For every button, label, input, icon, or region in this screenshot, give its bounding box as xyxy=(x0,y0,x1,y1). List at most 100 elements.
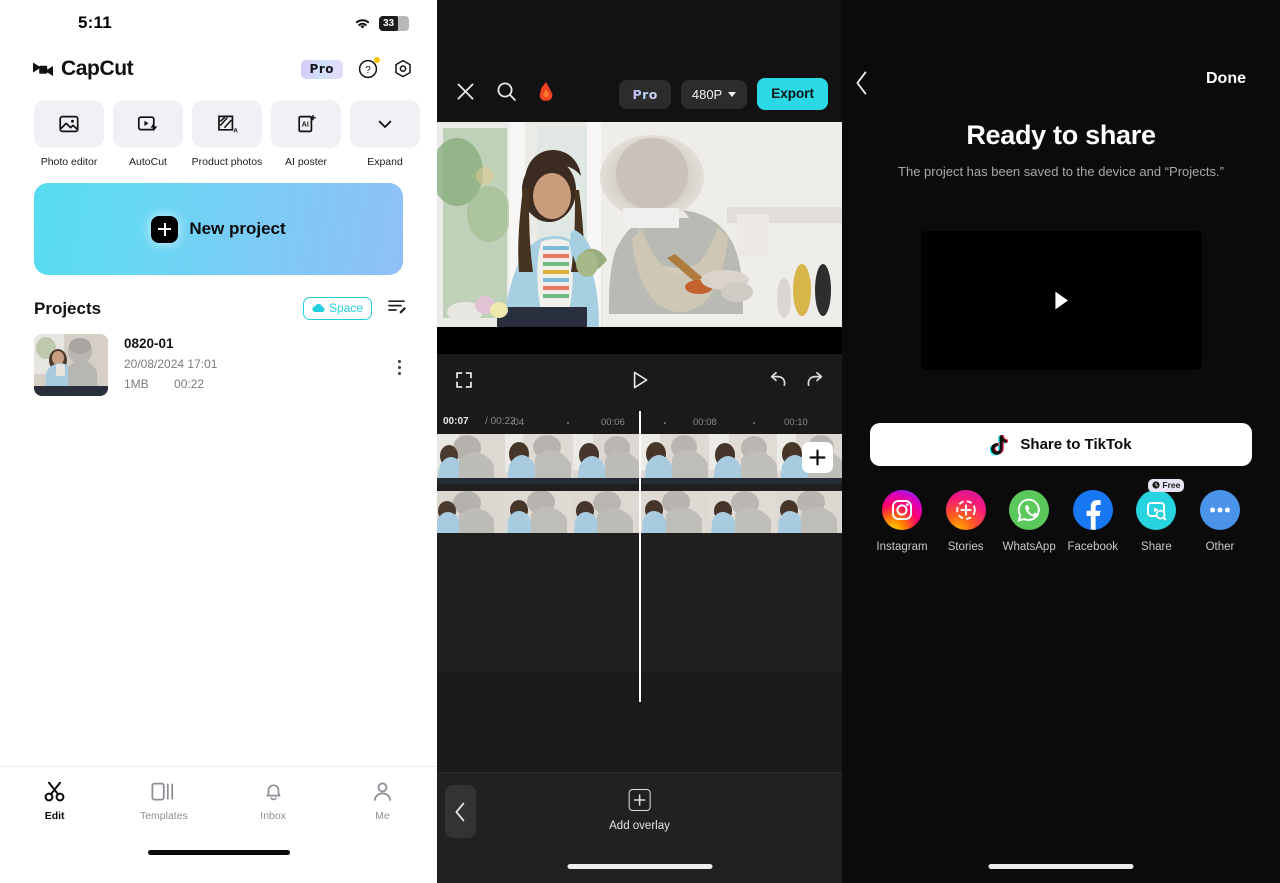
home-header-actions: Pro ? xyxy=(300,57,413,79)
stories-icon xyxy=(945,490,986,530)
timeline[interactable] xyxy=(437,411,842,702)
share-option-facebook[interactable]: Facebook xyxy=(1063,490,1123,553)
svg-text:AI: AI xyxy=(302,121,309,128)
tool-product-photos[interactable]: AI Product photos xyxy=(192,100,262,168)
capcut-logo: CapCut xyxy=(32,57,134,81)
tool-label: AI poster xyxy=(284,156,328,168)
current-time: 00:07 xyxy=(443,416,469,427)
back-button[interactable] xyxy=(854,70,870,101)
free-badge-label: Free xyxy=(1162,480,1181,490)
flame-icon[interactable] xyxy=(537,81,555,107)
tool-ai-poster[interactable]: AI AI poster xyxy=(271,100,341,168)
chevron-down-icon xyxy=(728,91,737,97)
new-project-button[interactable]: New project xyxy=(34,183,403,275)
home-header: CapCut Pro ? xyxy=(0,46,437,92)
tab-me[interactable]: Me xyxy=(328,781,437,822)
video-player-preview[interactable] xyxy=(920,231,1202,370)
resolution-value: 480P xyxy=(691,86,723,102)
new-project-label: New project xyxy=(189,219,286,238)
project-duration: 00:22 xyxy=(174,377,205,391)
battery-indicator: 33 xyxy=(379,15,409,31)
status-bar: 5:11 33 xyxy=(0,0,437,46)
share-screen: Done Ready to share The project has been… xyxy=(842,0,1280,883)
kebab-menu-icon[interactable] xyxy=(391,334,407,375)
tab-inbox[interactable]: Inbox xyxy=(219,781,328,822)
projects-header: Projects Space xyxy=(0,275,437,320)
timeline-frame xyxy=(641,491,709,533)
tool-label: Expand xyxy=(367,156,403,168)
share-option-label: Other xyxy=(1205,541,1235,553)
done-button[interactable]: Done xyxy=(1206,70,1246,88)
ruler-dot xyxy=(567,422,569,424)
page-title: Projects xyxy=(34,298,102,318)
share-option-share[interactable]: Free Share xyxy=(1126,479,1186,553)
video-preview[interactable] xyxy=(437,122,842,354)
export-button[interactable]: Export xyxy=(757,78,828,110)
tool-photo-editor[interactable]: Photo editor xyxy=(34,100,104,168)
pro-badge[interactable]: Pro xyxy=(300,59,343,79)
tab-edit[interactable]: Edit xyxy=(0,781,109,822)
share-option-stories[interactable]: Stories xyxy=(936,490,996,553)
ai-poster-icon: AI xyxy=(271,100,341,148)
project-size-duration: 1MB 00:22 xyxy=(124,377,375,391)
battery-level: 33 xyxy=(383,17,395,29)
instagram-icon xyxy=(882,490,922,530)
editor-status-spacer xyxy=(437,0,842,66)
share-option-label: Facebook xyxy=(1067,541,1119,553)
tool-autocut[interactable]: AutoCut xyxy=(113,100,183,168)
add-track-button[interactable] xyxy=(802,442,833,473)
wifi-icon xyxy=(353,16,372,30)
search-icon[interactable] xyxy=(496,81,517,107)
share-video-icon xyxy=(1136,490,1177,530)
status-bar-time: 5:11 xyxy=(78,13,112,32)
share-option-other[interactable]: Other xyxy=(1190,490,1250,553)
add-overlay-button[interactable]: Add overlay xyxy=(609,789,670,832)
autocut-icon xyxy=(113,100,183,148)
ruler-tick: 00:08 xyxy=(693,417,717,428)
capcut-editor-screen: Pro 480P Export 00:07 / 00:22:04 00:06 … xyxy=(437,0,842,883)
share-to-tiktok-button[interactable]: Share to TikTok xyxy=(870,423,1252,466)
timeline-frame xyxy=(505,434,573,484)
tool-label: AutoCut xyxy=(129,156,167,168)
person-icon xyxy=(373,782,391,801)
timeline-frame xyxy=(505,491,573,533)
gear-icon[interactable] xyxy=(393,59,413,79)
pro-badge[interactable]: Pro xyxy=(619,79,671,109)
resolution-selector[interactable]: 480P xyxy=(680,79,748,109)
page-title: Ready to share xyxy=(966,120,1156,150)
ruler-dot xyxy=(664,422,666,424)
playhead[interactable] xyxy=(639,411,641,702)
whatsapp-icon xyxy=(1009,490,1050,530)
space-button[interactable]: Space xyxy=(302,297,372,320)
tool-label: Product photos xyxy=(191,156,263,168)
redo-icon[interactable] xyxy=(805,371,824,394)
timeline-frame xyxy=(573,434,641,484)
tab-templates[interactable]: Templates xyxy=(109,781,218,822)
sort-edit-icon[interactable] xyxy=(388,299,407,319)
templates-icon xyxy=(151,782,174,801)
project-meta: 0820-01 20/08/2024 17:01 1MB 00:22 xyxy=(124,334,375,391)
share-option-instagram[interactable]: Instagram xyxy=(872,490,932,553)
capcut-logo-icon xyxy=(32,59,54,80)
play-icon[interactable] xyxy=(630,370,650,395)
timeline-frame xyxy=(437,491,505,533)
timeline-frame xyxy=(709,491,777,533)
app-name: CapCut xyxy=(61,57,134,80)
tool-expand[interactable]: Expand xyxy=(350,100,420,168)
expand-icon[interactable] xyxy=(455,371,473,394)
close-icon[interactable] xyxy=(455,81,476,107)
share-option-whatsapp[interactable]: WhatsApp xyxy=(999,490,1059,553)
projects-header-actions: Space xyxy=(302,297,407,320)
share-option-label: Share xyxy=(1141,541,1172,553)
page-subtitle: The project has been saved to the device… xyxy=(898,164,1224,179)
timeline-frame xyxy=(709,434,777,484)
chevron-down-icon xyxy=(350,100,420,148)
back-button[interactable] xyxy=(445,785,476,838)
project-name: 0820-01 xyxy=(124,336,174,351)
help-circle-icon[interactable]: ? xyxy=(358,57,380,79)
svg-text:AI: AI xyxy=(233,127,238,134)
list-item[interactable]: 0820-01 20/08/2024 17:01 1MB 00:22 xyxy=(0,320,437,396)
undo-icon[interactable] xyxy=(769,371,788,394)
tab-label: Edit xyxy=(44,810,65,822)
plus-icon xyxy=(151,215,179,243)
